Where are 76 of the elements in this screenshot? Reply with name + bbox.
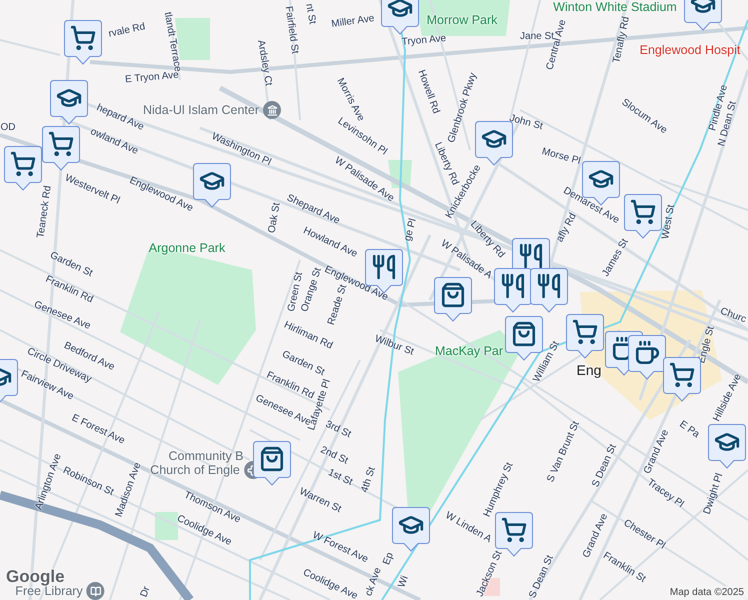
street-label: Tenafly Rd — [612, 16, 632, 64]
cart-icon — [10, 151, 36, 177]
cart-marker[interactable] — [42, 126, 80, 171]
school-marker[interactable] — [708, 424, 746, 469]
cart-marker[interactable] — [624, 194, 662, 239]
cart-icon — [572, 319, 598, 345]
street-label: 4th St — [360, 466, 378, 494]
street-label: Miller Ave — [330, 14, 376, 30]
street-label: 2nd St — [318, 445, 350, 467]
street-label: nt St — [303, 3, 317, 25]
street-label: S Dean St — [528, 554, 556, 600]
street-label: Ep — [382, 552, 396, 566]
street-label: Ardsley Ct — [255, 39, 273, 87]
bag-marker[interactable] — [434, 277, 472, 322]
cart-icon — [630, 199, 656, 225]
bag-icon — [511, 321, 537, 347]
street-label: Tryon Ave — [401, 34, 447, 48]
street-label: owland Ave — [88, 127, 140, 157]
food-icon — [536, 273, 562, 299]
street-label: John St — [508, 114, 544, 132]
street-label: rvale Rd — [108, 22, 146, 40]
cart-marker[interactable] — [64, 20, 102, 65]
street-label: West St — [661, 204, 677, 240]
street-label: Dr — [140, 585, 152, 599]
park-label: Morrow Park — [426, 14, 498, 26]
park-label: Winton White Stadium — [553, 0, 677, 14]
street-label: Wilbur St — [373, 334, 415, 358]
street-label: Dwight Pl — [702, 472, 726, 516]
street-label: Jane St — [520, 32, 554, 42]
street-label: afly Rd — [555, 212, 579, 244]
park-label: MacKay Par — [434, 344, 504, 358]
school-marker[interactable] — [381, 0, 419, 35]
place-label: Free Library — [15, 584, 83, 598]
place-label: Community B — [168, 450, 244, 462]
cart-icon — [48, 131, 74, 157]
bag-icon — [440, 282, 466, 308]
place-label: Church of Engle — [150, 464, 240, 476]
cart-icon — [669, 362, 695, 388]
street-label: E Tryon Ave — [124, 70, 180, 86]
school-marker[interactable] — [392, 507, 430, 552]
cart-icon — [70, 25, 96, 51]
street-label: OD — [0, 123, 16, 133]
food-marker[interactable] — [494, 268, 532, 313]
school-marker[interactable] — [50, 80, 88, 125]
coffee-icon — [634, 340, 660, 366]
place-label: Nida-Ul Islam Center — [143, 104, 259, 116]
bag-icon — [259, 446, 285, 472]
building-icon — [263, 101, 281, 119]
street-label: Fairfield St — [282, 6, 300, 54]
street-label: Teaneck Rd — [36, 185, 54, 239]
school-marker[interactable] — [193, 163, 231, 208]
google-logo: Google — [6, 568, 65, 585]
park-label: Argonne Park — [148, 242, 226, 254]
street-label: Oak St — [267, 202, 283, 234]
cart-marker[interactable] — [566, 314, 604, 359]
food-icon — [371, 254, 397, 280]
street-label: Howell Rd — [416, 68, 440, 116]
street-label: Churc — [718, 306, 748, 326]
food-marker[interactable] — [530, 268, 568, 313]
street-label: 3rd St — [324, 420, 352, 440]
town-label: Eng — [576, 363, 602, 377]
food-icon — [500, 273, 526, 299]
street-label: Wi — [397, 574, 411, 590]
street-label: S Dean St — [591, 443, 619, 489]
street-label: tlandt Terrace — [162, 11, 182, 73]
food-icon — [518, 243, 544, 269]
cart-icon — [501, 517, 527, 543]
street-label: S Van Brunt St — [546, 420, 582, 484]
street-label: ck Ave — [364, 566, 384, 598]
street-label: ge Pl — [403, 218, 419, 242]
street-label: Grand Ave — [642, 428, 672, 476]
cart-marker[interactable] — [4, 146, 42, 191]
street-label: E Pa — [677, 420, 701, 440]
street-label: 1st St — [326, 468, 354, 488]
bag-marker[interactable] — [253, 441, 291, 486]
street-label: Morse Pl — [540, 147, 582, 167]
